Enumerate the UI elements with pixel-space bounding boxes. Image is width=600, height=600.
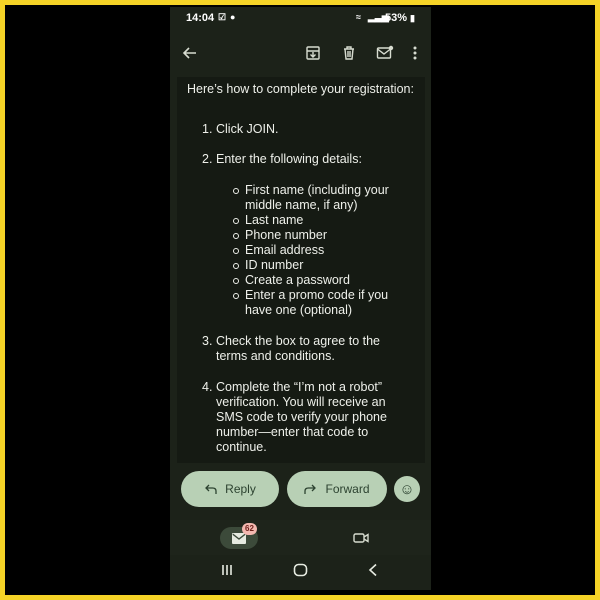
- bullet-icon: [233, 293, 239, 299]
- reply-label: Reply: [225, 482, 256, 496]
- detail-text: Phone number: [245, 228, 328, 242]
- chat-notification-icon: ●: [230, 12, 236, 22]
- detail-text: First name (including your middle name, …: [245, 183, 389, 212]
- detail-text: ID number: [245, 258, 304, 272]
- unread-count-badge: 62: [242, 523, 257, 535]
- trash-icon: [344, 46, 354, 60]
- bullet-icon: [233, 248, 239, 254]
- delete-button[interactable]: [335, 39, 363, 67]
- home-button[interactable]: [293, 563, 308, 582]
- step-number: 2.: [202, 152, 213, 166]
- battery-icon: ▮: [410, 13, 415, 23]
- forward-label: Forward: [325, 482, 370, 496]
- bullet-icon: [233, 278, 239, 284]
- bullet-icon: [233, 188, 239, 194]
- emoji-reaction-button[interactable]: ☺: [394, 476, 420, 502]
- step-text: Enter the following details:: [216, 152, 362, 166]
- system-navigation-bar: [170, 555, 431, 590]
- checkbox-notification-icon: ☑: [218, 12, 227, 22]
- bullet-icon: [233, 263, 239, 269]
- chevron-left-icon: [368, 563, 377, 577]
- forward-icon: [304, 484, 317, 494]
- bullet-icon: [233, 218, 239, 224]
- email-body: Here’s how to complete your registration…: [177, 77, 425, 463]
- home-circle-icon: [293, 563, 308, 577]
- step-text: Click JOIN.: [216, 122, 279, 136]
- status-time: 14:04: [186, 12, 215, 24]
- meet-tab[interactable]: [353, 531, 369, 549]
- battery-percent: 53%: [384, 12, 407, 24]
- recent-apps-button[interactable]: [220, 563, 234, 582]
- archive-button[interactable]: [299, 39, 327, 67]
- system-back-button[interactable]: [367, 563, 379, 582]
- reply-button[interactable]: Reply: [181, 471, 279, 507]
- more-vertical-icon: [413, 46, 417, 60]
- reply-icon: [205, 484, 217, 494]
- step-number: 3.: [202, 334, 213, 348]
- detail-text: Create a password: [245, 273, 350, 287]
- back-button[interactable]: [176, 39, 204, 67]
- bullet-icon: [233, 233, 239, 239]
- step-text: Complete the “I’m not a robot” verificat…: [216, 380, 387, 454]
- more-options-button[interactable]: [401, 39, 429, 67]
- reply-action-bar: Reply Forward ☺: [170, 463, 431, 527]
- arrow-left-icon: [182, 47, 196, 59]
- smiley-icon: ☺: [399, 480, 415, 498]
- step-text: Check the box to agree to the terms and …: [216, 334, 380, 363]
- status-bar: 14:04 ☑ ● ≈ ▂▃▅ 53% ▮: [170, 7, 431, 29]
- recents-icon: [222, 565, 232, 575]
- detail-text: Enter a promo code if you have one (opti…: [245, 288, 389, 317]
- mail-icon: [232, 532, 246, 544]
- archive-icon: [306, 46, 320, 60]
- battery-indicator: 53% ▮: [385, 12, 415, 24]
- detail-text: Last name: [245, 213, 304, 227]
- email-intro: Here’s how to complete your registration…: [187, 82, 414, 96]
- mark-unread-button[interactable]: [371, 39, 399, 67]
- phone-screen: 14:04 ☑ ● ≈ ▂▃▅ 53% ▮ Here’s how to comp…: [170, 7, 431, 590]
- forward-button[interactable]: Forward: [287, 471, 387, 507]
- wifi-icon: ≈: [356, 12, 361, 22]
- video-camera-icon: [353, 533, 369, 543]
- step-number: 4.: [202, 380, 213, 394]
- email-toolbar: [170, 33, 431, 77]
- step-number: 1.: [202, 122, 213, 136]
- detail-text: Email address: [245, 243, 325, 257]
- mail-unread-icon: [376, 45, 394, 59]
